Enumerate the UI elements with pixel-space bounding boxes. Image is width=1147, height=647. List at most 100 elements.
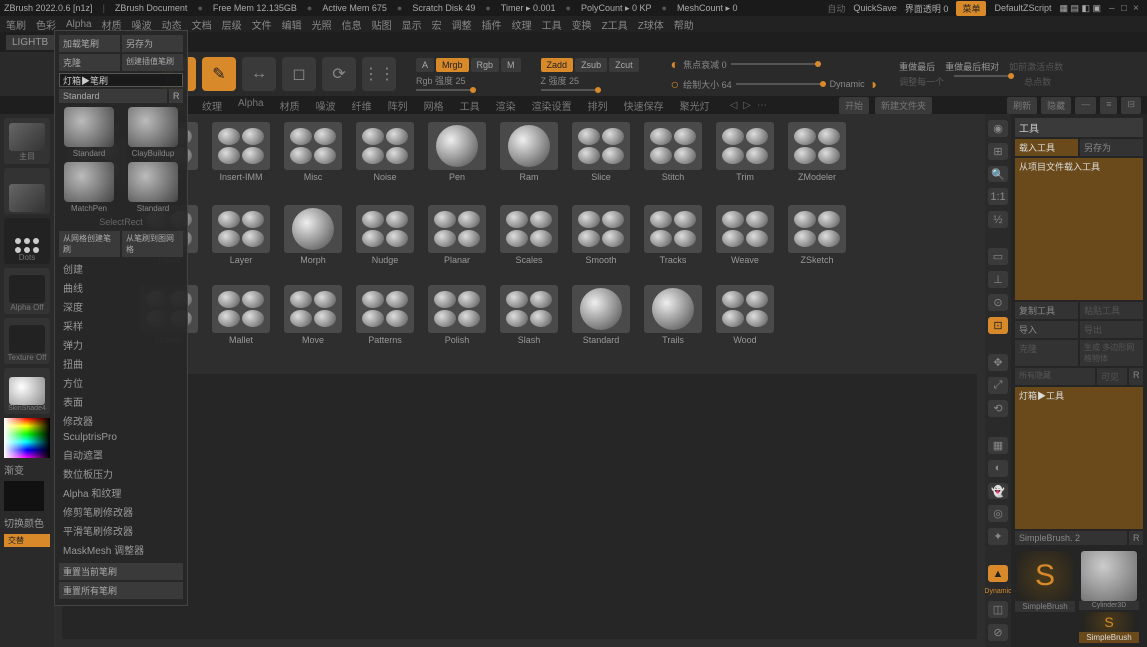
menu-帮助[interactable]: 帮助 <box>674 17 694 32</box>
folder-Wood[interactable]: Wood <box>714 285 776 345</box>
draw-size-slider[interactable]: 绘制大小 64 <box>683 78 732 91</box>
brush-thumb-Standard[interactable]: Standard <box>59 107 119 158</box>
menu-编辑[interactable]: 编辑 <box>282 17 302 32</box>
tab-工具[interactable]: 工具 <box>456 96 484 115</box>
solo-icon[interactable]: ◎ <box>988 505 1008 522</box>
tab-材质[interactable]: 材质 <box>276 96 304 115</box>
folder-Mallet[interactable]: Mallet <box>210 285 272 345</box>
ghost-icon[interactable]: 👻 <box>988 483 1008 500</box>
brush-cat-数位板压力[interactable]: 数位板压力 <box>59 464 183 483</box>
minimize-icon[interactable]: – <box>1109 3 1119 13</box>
dots-button[interactable]: ⋮⋮ <box>362 57 396 91</box>
brush-cat-方位[interactable]: 方位 <box>59 373 183 392</box>
menu-笔刷[interactable]: 笔刷 <box>6 17 26 32</box>
menu-Z工具[interactable]: Z工具 <box>602 17 628 32</box>
load-brush-button[interactable]: 加载笔刷 <box>59 35 120 52</box>
xpose-icon[interactable]: ✦ <box>988 528 1008 545</box>
actual-icon[interactable]: 1:1 <box>988 188 1008 205</box>
folder-Slash[interactable]: Slash <box>498 285 560 345</box>
hide-button[interactable]: 隐藏 <box>1041 97 1071 114</box>
sculptris-icon[interactable]: ▲ <box>988 565 1008 582</box>
extra2-icon[interactable]: ⊘ <box>988 624 1008 641</box>
rgb-button[interactable]: Rgb <box>471 58 500 72</box>
color-picker[interactable] <box>4 418 50 458</box>
copy-tool-button[interactable]: 复制工具 <box>1015 302 1078 319</box>
scale-button[interactable]: ◻ <box>282 57 316 91</box>
menu-信息[interactable]: 信息 <box>342 17 362 32</box>
tab-纹理[interactable]: 纹理 <box>198 96 226 115</box>
folder-Misc[interactable]: Misc <box>282 122 344 185</box>
folder-Noise[interactable]: Noise <box>354 122 416 185</box>
brush-cat-扭曲[interactable]: 扭曲 <box>59 354 183 373</box>
folder-Move[interactable]: Move <box>282 285 344 345</box>
tool-thumb-simplebrush[interactable]: S SimpleBrush <box>1015 551 1075 643</box>
folder-Insert-IMM[interactable]: Insert-IMM <box>210 122 272 185</box>
menus-button[interactable]: 菜单 <box>956 1 986 16</box>
tab-快速保存[interactable]: 快速保存 <box>620 96 668 115</box>
see-through-slider[interactable]: 界面透明 0 <box>905 2 949 15</box>
folder-Pen[interactable]: Pen <box>426 122 488 185</box>
folder-Polish[interactable]: Polish <box>426 285 488 345</box>
nav-prev-icon[interactable]: ◁ <box>730 100 738 111</box>
aahalf-icon[interactable]: ½ <box>988 211 1008 228</box>
folder-Smooth[interactable]: Smooth <box>570 205 632 265</box>
rotate-icon[interactable]: ⟲ <box>988 400 1008 417</box>
menu-显示[interactable]: 显示 <box>402 17 422 32</box>
menu-纹理[interactable]: 纹理 <box>512 17 532 32</box>
view-1-icon[interactable]: — <box>1075 97 1096 114</box>
mrgb-button[interactable]: Mrgb <box>436 58 469 72</box>
brush-cat-采样[interactable]: 采样 <box>59 316 183 335</box>
menu-色彩[interactable]: 色彩 <box>36 17 56 32</box>
menu-宏[interactable]: 宏 <box>432 17 442 32</box>
menu-Z球体[interactable]: Z球体 <box>638 17 664 32</box>
tab-Alpha[interactable]: Alpha <box>234 96 268 115</box>
load-tool-button[interactable]: 载入工具 <box>1015 139 1078 156</box>
folder-ZSketch[interactable]: ZSketch <box>786 205 848 265</box>
paste-tool-button[interactable]: 粘贴工具 <box>1080 302 1143 319</box>
view-3-icon[interactable]: ⊟ <box>1121 97 1141 114</box>
local-icon[interactable]: ⊙ <box>988 294 1008 311</box>
menu-贴图[interactable]: 贴图 <box>372 17 392 32</box>
maximize-icon[interactable]: □ <box>1121 3 1131 13</box>
stroke-slot[interactable]: Dots <box>4 218 50 264</box>
folder-Standard[interactable]: Standard <box>570 285 632 345</box>
brush-thumb-MatchPen[interactable]: MatchPen <box>59 162 119 213</box>
brush-cat-深度[interactable]: 深度 <box>59 297 183 316</box>
folder-Morph[interactable]: Morph <box>282 205 344 265</box>
zsub-button[interactable]: Zsub <box>575 58 607 72</box>
transp-icon[interactable]: ◐ <box>988 460 1008 477</box>
color-swatch[interactable] <box>4 481 44 511</box>
menu-插件[interactable]: 插件 <box>482 17 502 32</box>
brush-preview[interactable] <box>4 168 50 214</box>
scroll-icon[interactable]: ⊞ <box>988 143 1008 160</box>
brush-slot[interactable]: 主目 <box>4 118 50 164</box>
folder-Weave[interactable]: Weave <box>714 205 776 265</box>
brush-cat-SculptrisPro[interactable]: SculptrisPro <box>59 430 183 445</box>
move-button[interactable]: ↔ <box>242 57 276 91</box>
brush-cat-修剪笔刷修改器[interactable]: 修剪笔刷修改器 <box>59 502 183 521</box>
zadd-button[interactable]: Zadd <box>541 58 574 72</box>
zcut-button[interactable]: Zcut <box>609 58 639 72</box>
menu-文档[interactable]: 文档 <box>192 17 212 32</box>
tab-噪波[interactable]: 噪波 <box>312 96 340 115</box>
folder-Patterns[interactable]: Patterns <box>354 285 416 345</box>
load-from-project-button[interactable]: 从项目文件载入工具 <box>1015 158 1143 300</box>
folder-Slice[interactable]: Slice <box>570 122 632 185</box>
tab-渲染设置[interactable]: 渲染设置 <box>528 96 576 115</box>
material-slot[interactable]: SkinShade4 <box>4 368 50 414</box>
nav-next-icon[interactable]: ▷ <box>743 100 751 111</box>
open-button[interactable]: 开始 <box>839 97 869 114</box>
view-2-icon[interactable]: ≡ <box>1100 97 1117 114</box>
rotate-button[interactable]: ⟳ <box>322 57 356 91</box>
brush-cat-表面[interactable]: 表面 <box>59 392 183 411</box>
brush-cat-弹力[interactable]: 弹力 <box>59 335 183 354</box>
brush-cat-修改器[interactable]: 修改器 <box>59 411 183 430</box>
tab-排列[interactable]: 排列 <box>584 96 612 115</box>
tab-网格[interactable]: 网格 <box>420 96 448 115</box>
quicksave-button[interactable]: QuickSave <box>853 3 897 13</box>
menu-文件[interactable]: 文件 <box>252 17 272 32</box>
lightbox-toggle[interactable]: LIGHTB <box>6 35 54 50</box>
tab-聚光灯[interactable]: 聚光灯 <box>676 96 714 115</box>
folder-Scales[interactable]: Scales <box>498 205 560 265</box>
brush-cat-曲线[interactable]: 曲线 <box>59 278 183 297</box>
